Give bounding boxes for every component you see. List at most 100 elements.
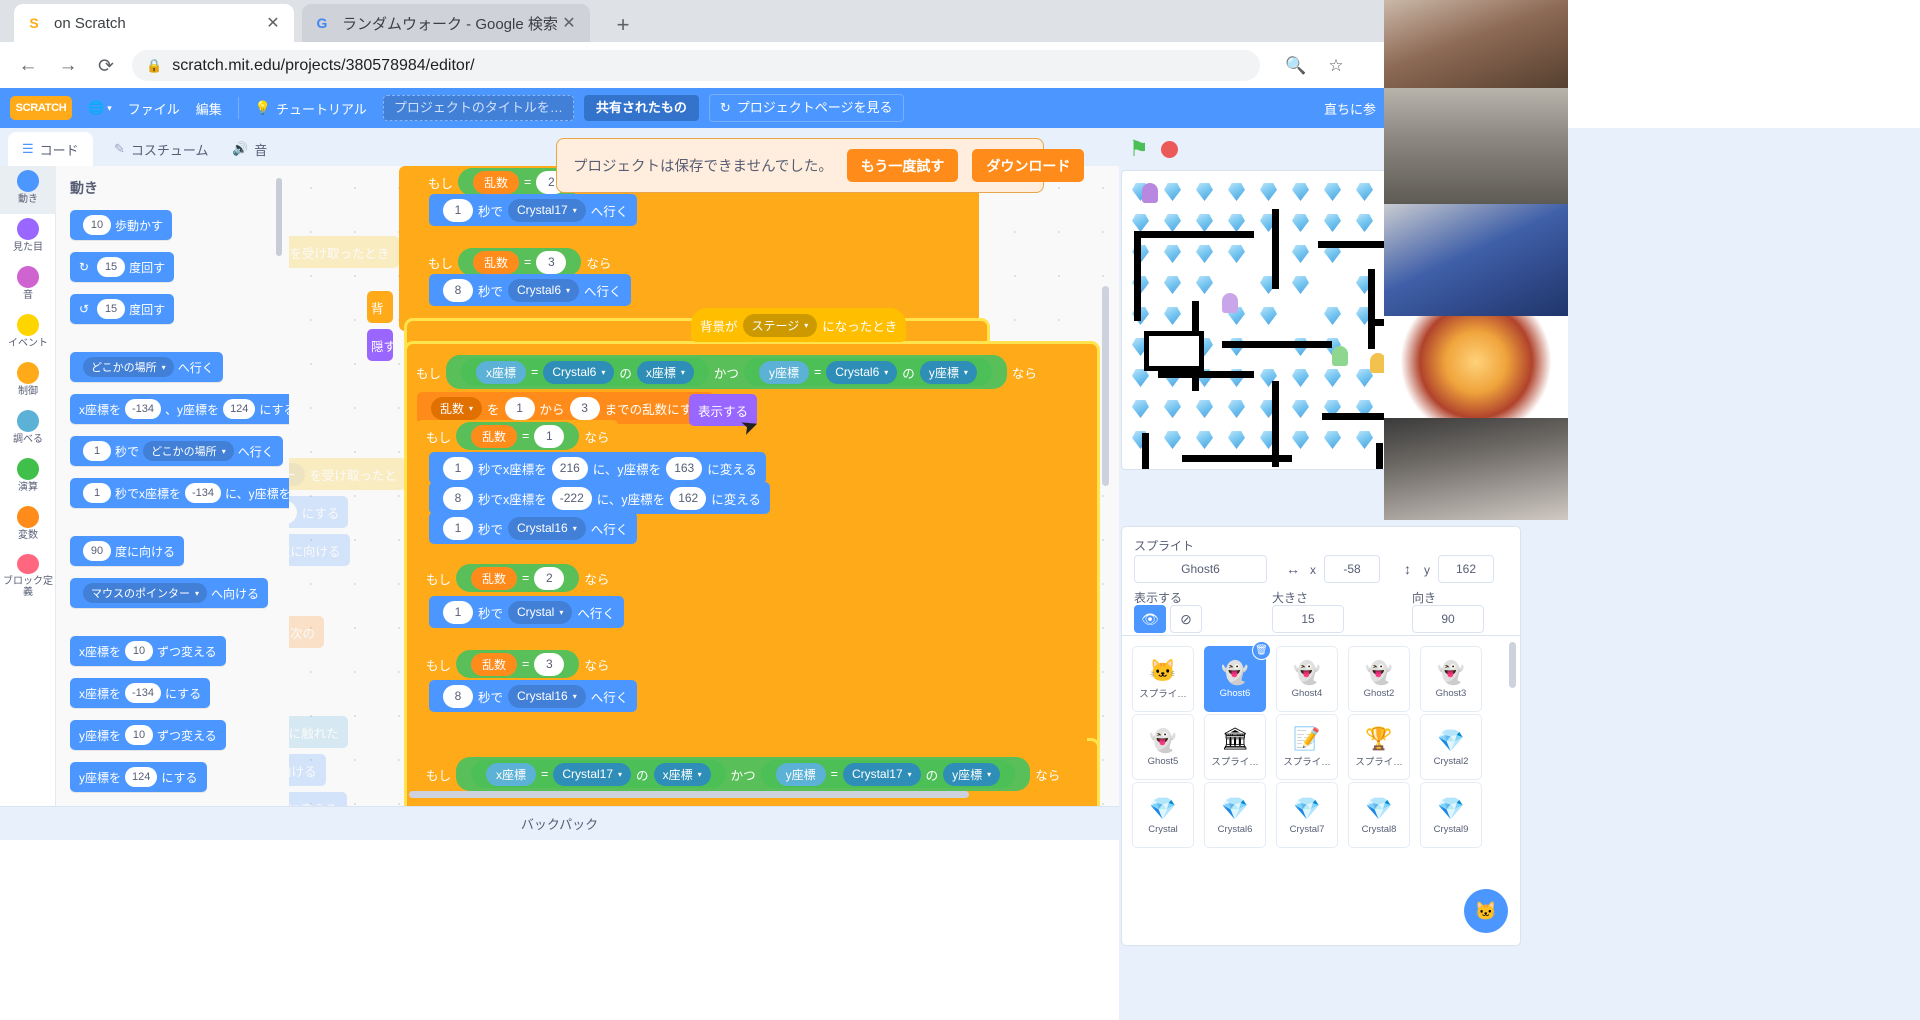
- x-reporter[interactable]: x座標: [486, 762, 537, 786]
- property-dropdown[interactable]: y座標 ▾: [919, 360, 977, 384]
- sprite-name-input[interactable]: Ghost6: [1134, 555, 1267, 583]
- if-block-if-random-3[interactable]: もし 乱数 = 3 なら: [417, 648, 619, 680]
- seconds-input[interactable]: 1: [443, 198, 473, 222]
- y-input[interactable]: 163: [666, 456, 703, 480]
- variable-reporter[interactable]: 乱数: [473, 170, 520, 194]
- property-dropdown[interactable]: x座標 ▾: [653, 762, 711, 786]
- join-now-label[interactable]: 直ちに参: [1324, 99, 1376, 118]
- sprite-size-input[interactable]: 15: [1272, 605, 1344, 633]
- equals-operator-block[interactable]: 乱数 = 2: [456, 564, 580, 592]
- category-7[interactable]: 演算: [0, 454, 56, 502]
- backpack-bar[interactable]: バックパック: [0, 806, 1119, 840]
- menu-file[interactable]: ファイル: [128, 99, 180, 118]
- equals-operator-right[interactable]: y座標 = Crystal6 ▾ の y座標 ▾: [743, 358, 992, 386]
- y-reporter[interactable]: y座標: [758, 360, 809, 384]
- variable-reporter[interactable]: 乱数: [471, 424, 518, 448]
- menu-tutorials[interactable]: 💡 チュートリアル: [255, 99, 367, 118]
- reload-icon[interactable]: ⟳: [92, 52, 120, 80]
- variable-dropdown[interactable]: 乱数 ▾: [431, 396, 483, 420]
- block-number-input[interactable]: 124: [125, 767, 158, 787]
- glide-block-glide-crystal16-b[interactable]: 8 秒で Crystal16 ▾ へ行く: [429, 680, 638, 712]
- category-6[interactable]: 調べる: [0, 406, 56, 454]
- block-number-input[interactable]: 10: [83, 215, 111, 235]
- target-dropdown[interactable]: Crystal6 ▾: [508, 278, 580, 302]
- sprite-item-1[interactable]: 🐱 スプライ…: [1132, 646, 1194, 712]
- sprite-item-15[interactable]: 💎 Crystal9: [1420, 782, 1482, 848]
- block-number-input[interactable]: 15: [97, 257, 126, 277]
- seconds-input[interactable]: 1: [443, 456, 473, 480]
- property-dropdown[interactable]: y座標 ▾: [943, 762, 1001, 786]
- sprite-item-8[interactable]: 📝 スプライ…: [1276, 714, 1338, 780]
- and-operator-block[interactable]: x座標 = Crystal17 ▾ の x座標 ▾ かつ y座標 = Crystal17 ▾ の y座標 ▾: [456, 757, 1031, 791]
- seconds-input[interactable]: 8: [443, 486, 473, 510]
- green-flag-icon[interactable]: ⚑: [1129, 136, 1149, 162]
- new-tab-button[interactable]: +: [608, 10, 638, 40]
- operand-input[interactable]: 3: [536, 250, 567, 274]
- glide-block-glide-crystal16-a[interactable]: 1 秒で Crystal16 ▾ へ行く: [429, 512, 638, 544]
- stop-icon[interactable]: [1160, 140, 1178, 158]
- code-canvas[interactable]: ゲームオーバー を受け取ったとき ゲームオーバー を受け取ったと y座標を 0 …: [289, 166, 1119, 806]
- sprite-dropdown[interactable]: Crystal17 ▾: [553, 762, 632, 786]
- shared-button[interactable]: 共有されたもの: [583, 95, 699, 121]
- browser-tab-1[interactable]: S on Scratch ✕: [14, 4, 294, 42]
- address-bar[interactable]: 🔒 scratch.mit.edu/projects/380578984/edi…: [132, 50, 1260, 81]
- palette-block-set-xy[interactable]: x座標を-134、y座標を124にする: [70, 394, 289, 424]
- glide-block-glide-crystal[interactable]: 1 秒で Crystal ▾ へ行く: [429, 596, 624, 628]
- variable-reporter[interactable]: 乱数: [473, 250, 520, 274]
- language-selector[interactable]: 🌐 ▾: [88, 100, 112, 116]
- category-9[interactable]: ブロック定義: [0, 550, 56, 598]
- block-number-input[interactable]: 1: [83, 441, 111, 461]
- video-tile-3[interactable]: [1384, 204, 1568, 316]
- menu-edit[interactable]: 編集: [196, 99, 222, 118]
- to-input[interactable]: 3: [569, 396, 600, 420]
- sprite-item-13[interactable]: 💎 Crystal7: [1276, 782, 1338, 848]
- target-dropdown[interactable]: Crystal ▾: [508, 600, 573, 624]
- block-palette[interactable]: 動き 10 歩動かす ↻ 15 度回す ↺ 15 度回す どこかの場所 ▾ へ行く x座標を -134、…: [56, 166, 289, 806]
- project-title-input[interactable]: プロジェクトのタイトルを…: [382, 95, 574, 121]
- palette-block-glide-random[interactable]: 1 秒で どこかの場所 ▾ へ行く: [70, 436, 283, 466]
- sprite-item-2[interactable]: 👻 Ghost6 🗑: [1204, 641, 1271, 712]
- sprite-item-5[interactable]: 👻 Ghost3: [1420, 646, 1482, 712]
- sprite-list-scrollbar[interactable]: [1509, 642, 1516, 688]
- canvas-vertical-scrollbar[interactable]: [1102, 286, 1109, 486]
- tab-code[interactable]: ☰ コード: [8, 132, 93, 166]
- block-number-input[interactable]: 90: [83, 541, 111, 561]
- block-number-input[interactable]: 15: [97, 299, 126, 319]
- sprite-item-3[interactable]: 👻 Ghost4: [1276, 646, 1338, 712]
- block-dropdown[interactable]: マウスのポインター ▾: [83, 583, 208, 603]
- equals-operator-block[interactable]: 乱数 = 3: [458, 248, 582, 276]
- download-button[interactable]: ダウンロード: [972, 149, 1085, 182]
- category-2[interactable]: 見た目: [0, 214, 56, 262]
- operand-input[interactable]: 3: [534, 652, 565, 676]
- canvas-horizontal-scrollbar[interactable]: [409, 791, 969, 798]
- sprite-x-input[interactable]: -58: [1324, 555, 1380, 583]
- video-tile-1[interactable]: [1384, 0, 1568, 88]
- palette-block-turn-left[interactable]: ↺ 15 度回す: [70, 294, 175, 324]
- scratch-logo[interactable]: SCRATCH: [10, 96, 72, 120]
- operand-input[interactable]: 2: [534, 566, 565, 590]
- see-project-page-button[interactable]: ↻ プロジェクトページを見る: [708, 94, 904, 122]
- palette-block-turn-right[interactable]: ↻ 15 度回す: [70, 252, 175, 282]
- equals-operator-left[interactable]: x座標 = Crystal6 ▾ の x座標 ▾: [461, 358, 709, 386]
- retry-button[interactable]: もう一度試す: [846, 149, 959, 182]
- palette-block-change-y[interactable]: y座標を 10 ずつ変える: [70, 720, 226, 750]
- seconds-input[interactable]: 1: [443, 516, 473, 540]
- seconds-input[interactable]: 1: [443, 600, 473, 624]
- seconds-input[interactable]: 8: [443, 684, 473, 708]
- y-input[interactable]: 162: [670, 486, 707, 510]
- block-number-input[interactable]: 124: [223, 399, 256, 419]
- palette-block-set-y[interactable]: y座標を 124 にする: [70, 762, 207, 792]
- glide-xy-block-glide-xy-1[interactable]: 1 秒でx座標を 216 に、y座標を 163 に変える: [429, 452, 766, 484]
- show-visible-button[interactable]: 👁: [1134, 605, 1166, 633]
- sprite-item-6[interactable]: 👻 Ghost5: [1132, 714, 1194, 780]
- video-tile-4[interactable]: [1384, 316, 1568, 418]
- x-reporter[interactable]: x座標: [476, 360, 527, 384]
- category-5[interactable]: 制御: [0, 358, 56, 406]
- block-number-input[interactable]: 10: [125, 725, 154, 745]
- category-4[interactable]: イベント: [0, 310, 56, 358]
- sprite-item-14[interactable]: 💎 Crystal8: [1348, 782, 1410, 848]
- close-icon[interactable]: ✕: [262, 12, 284, 34]
- operand-input[interactable]: 1: [534, 424, 565, 448]
- sprite-item-10[interactable]: 💎 Crystal2: [1420, 714, 1482, 780]
- category-1[interactable]: 動き: [0, 166, 56, 214]
